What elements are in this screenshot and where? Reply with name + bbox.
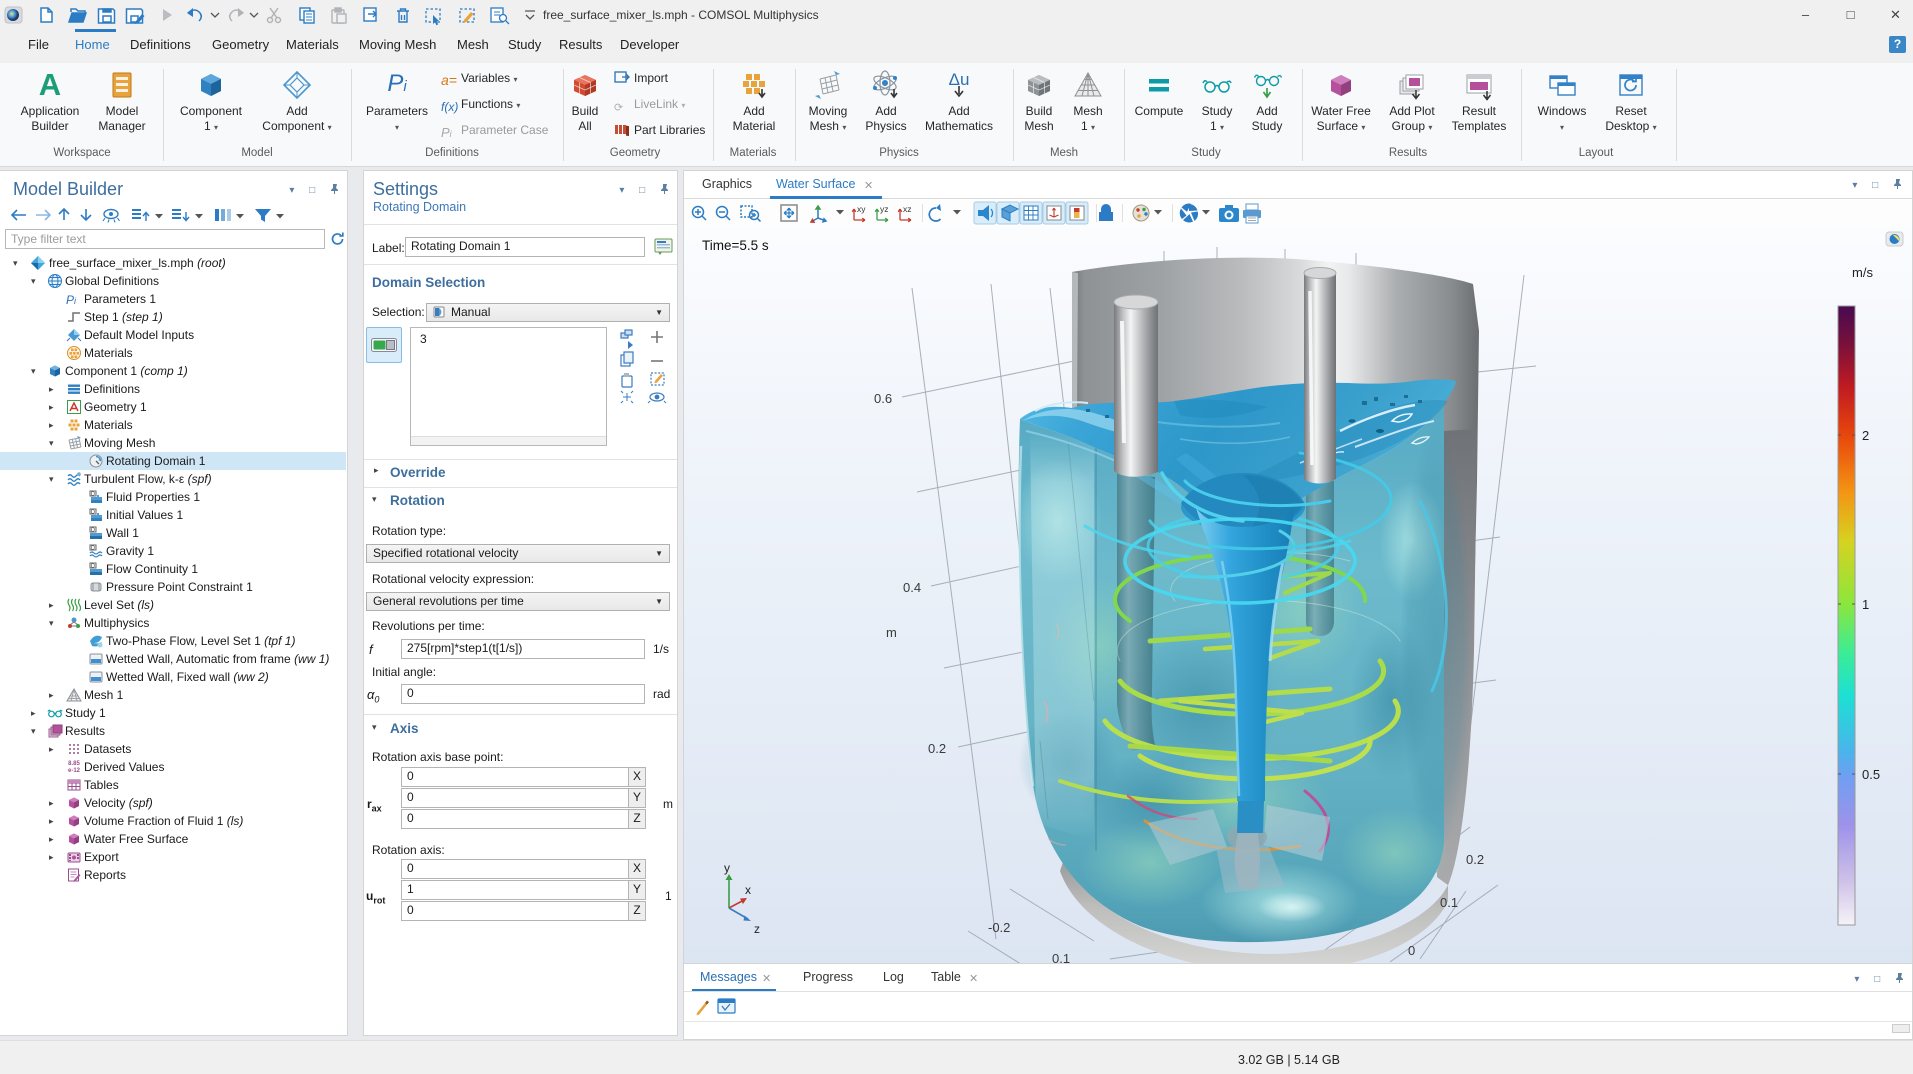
svg-text:0.2: 0.2: [928, 741, 946, 756]
svg-text:0.6: 0.6: [874, 391, 892, 406]
svg-text:Time=5.5 s: Time=5.5 s: [702, 238, 769, 253]
svg-text:D: D: [91, 564, 95, 570]
svg-text:0.1: 0.1: [1052, 951, 1070, 963]
svg-text:z: z: [754, 922, 760, 936]
svg-text:m: m: [886, 625, 897, 640]
svg-text:0.4: 0.4: [903, 580, 921, 595]
svg-text:2: 2: [1862, 428, 1869, 443]
svg-text:m/s: m/s: [1852, 265, 1873, 280]
svg-text:1: 1: [1862, 597, 1869, 612]
svg-text:0.2: 0.2: [1466, 852, 1484, 867]
svg-text:y: y: [724, 861, 730, 875]
svg-text:yz: yz: [880, 204, 889, 214]
svg-text:D: D: [91, 528, 95, 534]
svg-text:D: D: [91, 546, 95, 552]
svg-text:D: D: [91, 492, 95, 498]
svg-text:0: 0: [1408, 943, 1415, 958]
svg-text:xy: xy: [857, 204, 866, 214]
svg-text:xz: xz: [903, 204, 912, 214]
svg-text:0.1: 0.1: [1440, 895, 1458, 910]
svg-text:D: D: [91, 510, 95, 516]
svg-text:0.5: 0.5: [1862, 767, 1880, 782]
svg-text:x: x: [745, 883, 751, 897]
svg-text:-0.2: -0.2: [988, 920, 1010, 935]
